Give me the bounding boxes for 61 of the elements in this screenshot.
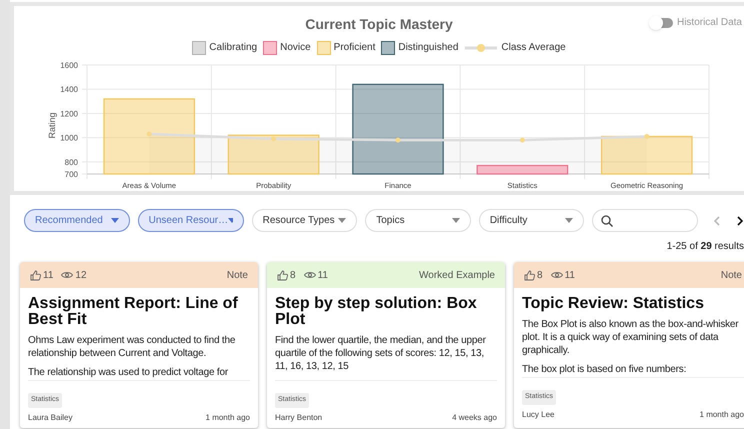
filter-dropdown[interactable]: Resource Types [252, 209, 358, 232]
filter-dropdown[interactable]: Topics [365, 209, 471, 232]
filter-dropdown[interactable]: Difficulty [478, 209, 584, 232]
card-text: The Box Plot is also known as the box-and-whisker plot. It is a quick way of examining sets of data graphically. [522, 318, 740, 357]
eye-icon [550, 271, 563, 279]
card-title: Assignment Report: Line of Best Fit [28, 296, 239, 328]
card-text: Ohms Law experiment was conducted to find the relationship between Current and Voltage. [28, 334, 236, 360]
thumbs-up-icon [524, 270, 535, 280]
resource-type: Note [226, 268, 248, 282]
view-count: 12 [75, 268, 87, 282]
filter-dropdown[interactable]: Unseen Resour… [138, 209, 244, 232]
like-count: 8 [290, 268, 296, 282]
caret-icon [565, 218, 574, 223]
resource-card[interactable] [20, 262, 258, 428]
y-tick-label: 700 [64, 170, 78, 179]
resource-card[interactable] [267, 262, 505, 428]
thumbs-up-icon [277, 270, 288, 280]
eye-icon [304, 271, 316, 279]
results-summary: 1-25 of 29 results [666, 240, 744, 254]
card-text: Find the lower quartile, the median, and the upper quartile of the following sets of scores: 12, 15, 13, 11, 16, 13, 12, 15 [275, 334, 487, 373]
search-icon [601, 214, 614, 226]
view-count: 11 [564, 268, 575, 282]
y-tick-label: 1000 [60, 134, 78, 143]
legend-label: Calibrating [209, 41, 258, 55]
search-field[interactable] [592, 209, 698, 232]
card-text: The relationship was used to predict voltage for [28, 366, 229, 379]
caret-icon [110, 218, 119, 223]
y-tick-label: 800 [64, 158, 78, 167]
caret-icon [338, 218, 346, 223]
posted-time: 1 month ago [700, 409, 744, 421]
like-count: 11 [43, 268, 54, 282]
card-text: The box plot is based on five numbers: [522, 363, 688, 376]
view-count: 11 [318, 268, 328, 282]
toggle-switch[interactable] [650, 18, 673, 28]
like-count: 8 [537, 268, 543, 282]
resource-card[interactable] [514, 262, 744, 428]
legend-label: Proficient [334, 41, 376, 55]
y-tick-label: 1600 [60, 61, 78, 70]
resource-type: Worked Example [419, 268, 495, 282]
thumbs-up-icon [30, 270, 41, 280]
caret-icon [228, 218, 233, 223]
author-name: Lucy Lee [522, 409, 554, 421]
eye-icon [61, 271, 74, 279]
next-page-icon[interactable] [737, 216, 744, 226]
card-title: Topic Review: Statistics [522, 296, 705, 312]
toggle-label: Historical Data [676, 16, 742, 30]
author-name: Laura Bailey [28, 412, 72, 424]
y-tick-label: 1400 [60, 85, 78, 94]
legend-label: Distinguished [398, 41, 458, 55]
y-axis-title: Rating [47, 112, 57, 138]
legend-label: Class Average [501, 41, 566, 55]
resource-type: Note [720, 268, 742, 282]
card-title: Step by step solution: Box Plot [275, 296, 478, 328]
legend-label: Novice [280, 41, 311, 55]
caret-icon [452, 218, 460, 223]
author-name: Harry Benton [275, 412, 322, 424]
y-tick-label: 1200 [60, 109, 78, 118]
posted-time: 4 weeks ago [452, 412, 497, 424]
chart-title: Current Topic Mastery [305, 15, 453, 34]
filter-dropdown[interactable]: Recommended [24, 209, 130, 232]
posted-time: 1 month ago [206, 412, 250, 424]
